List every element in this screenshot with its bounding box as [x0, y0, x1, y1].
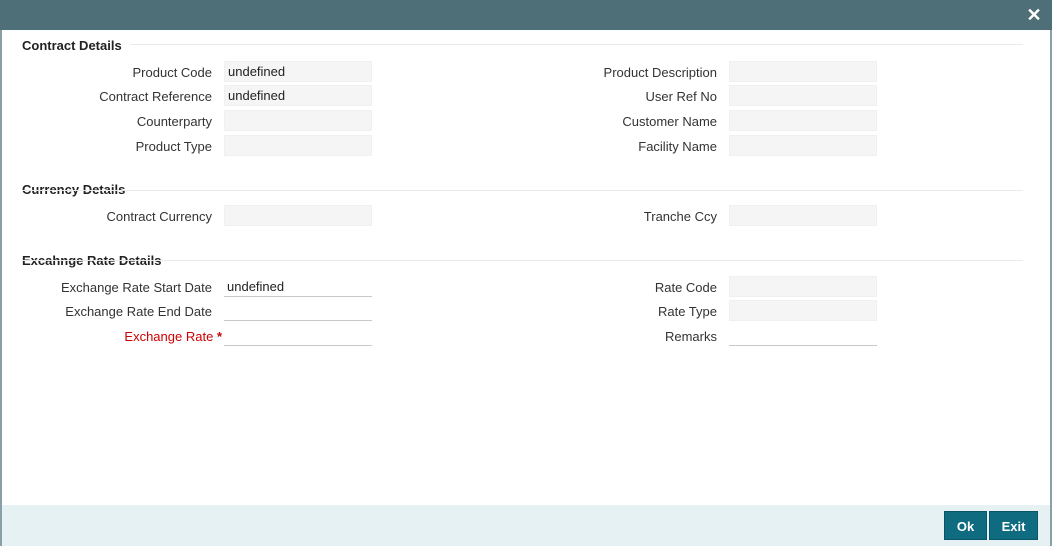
rate-code-label: Rate Code — [654, 280, 717, 295]
section-divider — [22, 260, 1023, 261]
contract-currency-label: Contract Currency — [106, 209, 212, 224]
user-ref-no-label: User Ref No — [645, 89, 717, 104]
ok-button[interactable]: Ok — [944, 511, 987, 540]
rate-type-field[interactable] — [729, 300, 877, 321]
user-ref-no-field[interactable] — [729, 85, 877, 106]
exchange-rate-start-date-field[interactable] — [224, 276, 372, 297]
exchange-rate-label-text: Exchange Rate — [124, 329, 214, 344]
section-divider — [130, 44, 1023, 45]
product-type-label: Product Type — [135, 139, 212, 154]
window-border-left — [0, 30, 2, 546]
facility-name-field[interactable] — [729, 135, 877, 156]
remarks-label: Remarks — [664, 329, 717, 344]
product-code-label: Product Code — [132, 65, 213, 80]
contract-currency-field[interactable] — [224, 205, 372, 226]
title-bar: ✕ — [0, 0, 1052, 30]
remarks-field[interactable] — [729, 325, 877, 346]
exchange-rate-start-date-label: Exchange Rate Start Date — [60, 280, 212, 295]
contract-reference-field[interactable] — [224, 85, 372, 106]
exit-button[interactable]: Exit — [989, 511, 1038, 540]
section-divider — [22, 190, 1023, 191]
product-type-field[interactable] — [224, 135, 372, 156]
exchange-rate-field[interactable] — [224, 325, 372, 346]
contract-details-heading: Contract Details — [22, 38, 122, 53]
product-description-field[interactable] — [729, 61, 877, 82]
customer-name-field[interactable] — [729, 110, 877, 131]
product-description-label: Product Description — [603, 65, 717, 80]
required-marker: * — [216, 329, 222, 344]
close-icon[interactable]: ✕ — [1024, 5, 1044, 25]
counterparty-field[interactable] — [224, 110, 372, 131]
facility-name-label: Facility Name — [638, 139, 717, 154]
exchange-rate-label: Exchange Rate * — [124, 329, 222, 344]
rate-code-field[interactable] — [729, 276, 877, 297]
exchange-rate-end-date-label: Exchange Rate End Date — [65, 304, 212, 319]
footer-bar — [2, 505, 1050, 546]
tranche-ccy-field[interactable] — [729, 205, 877, 226]
exchange-rate-end-date-field[interactable] — [224, 300, 372, 321]
counterparty-label: Counterparty — [136, 114, 212, 129]
customer-name-label: Customer Name — [622, 114, 717, 129]
contract-reference-label: Contract Reference — [99, 89, 212, 104]
tranche-ccy-label: Tranche Ccy — [643, 209, 717, 224]
rate-type-label: Rate Type — [657, 304, 717, 319]
product-code-field[interactable] — [224, 61, 372, 82]
